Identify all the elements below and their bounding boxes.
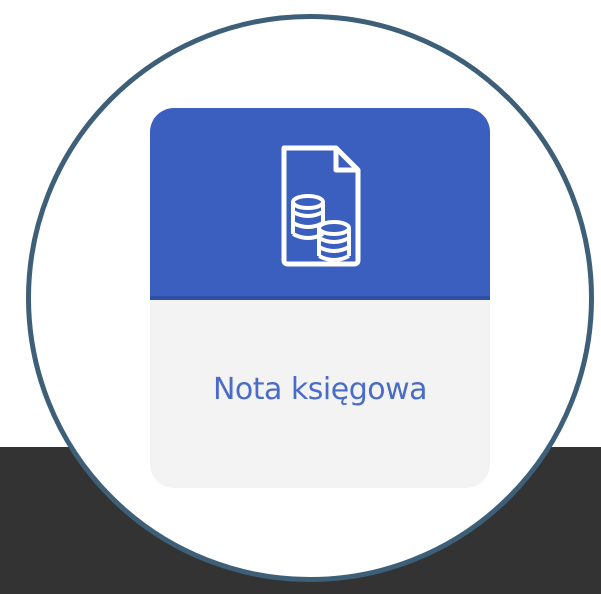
nota-ksiegowa-tile[interactable]: Nota księgowa (150, 108, 490, 488)
tile-divider (150, 296, 490, 300)
tile-header (150, 108, 490, 300)
document-coins-icon (281, 145, 361, 267)
screenshot-stage: Nota księgowa (0, 0, 601, 594)
tile-label: Nota księgowa (212, 372, 428, 407)
